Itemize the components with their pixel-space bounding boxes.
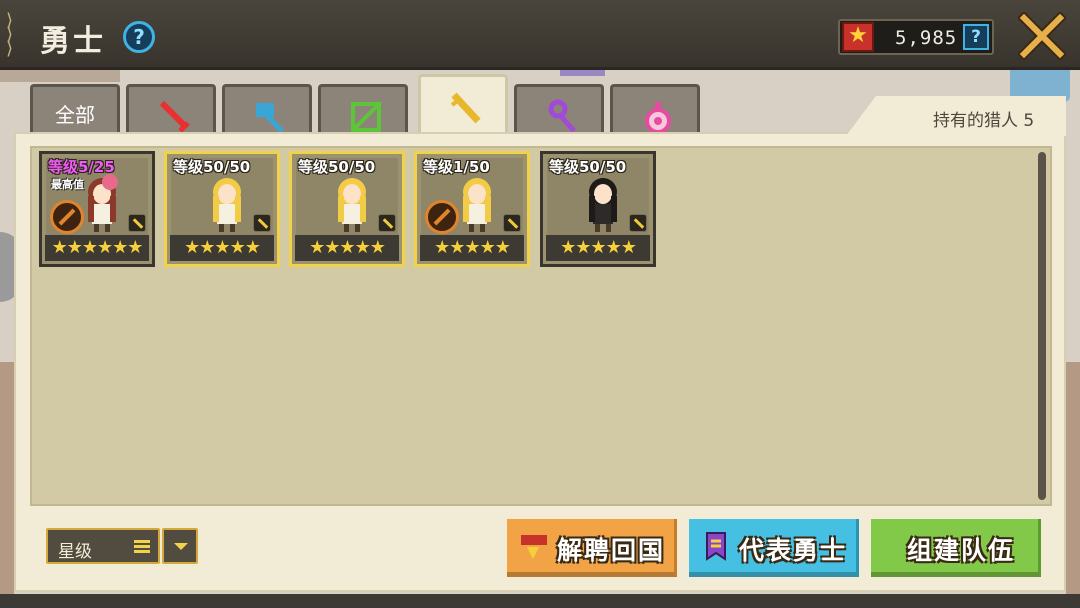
hero-level: 等级50/50 <box>173 158 251 176</box>
list-icon <box>130 540 150 554</box>
tab-all[interactable]: 全部 <box>30 84 120 136</box>
hero-sprite <box>338 178 366 232</box>
form-team-button[interactable]: 组建队伍 <box>871 519 1041 577</box>
gun-weapon-icon <box>253 214 271 232</box>
owned-hunters-count: 持有的猎人 5 <box>933 111 1035 131</box>
header-bar: ⟩ ⟩ ⟩ 勇士 ? ★ 5,985 ? <box>0 0 1080 70</box>
page-title: 勇士 <box>40 24 106 59</box>
back-chevron-icon[interactable]: ⟩ ⟩ ⟩ <box>6 12 20 58</box>
hero-level: 等级1/50 <box>423 158 490 176</box>
hero-sprite <box>88 174 118 232</box>
sort-label: 星级 <box>58 542 92 562</box>
hero-card[interactable]: 等级1/50 ★★★★★ <box>414 151 530 267</box>
sort-dropdown[interactable]: 星级 <box>46 528 160 564</box>
gun-weapon-icon <box>128 214 146 232</box>
currency-help-button[interactable]: ? <box>963 24 989 50</box>
gun-weapon-icon <box>503 214 521 232</box>
hero-stars: ★★★★★ <box>420 235 524 261</box>
hero-stars: ★★★★★★ <box>45 235 149 261</box>
hero-stars: ★★★★★ <box>295 235 399 261</box>
tab-orb[interactable] <box>610 84 700 136</box>
representative-button-label: 代表勇士 <box>739 536 848 565</box>
hero-level: 等级5/25 <box>48 158 115 176</box>
hero-card[interactable]: 等级50/50 ★★★★★ <box>289 151 405 267</box>
form-team-button-label: 组建队伍 <box>907 536 1016 565</box>
dismiss-button-label: 解聘回国 <box>557 536 666 565</box>
hero-sprite <box>463 178 491 232</box>
hero-stars: ★★★★★ <box>546 235 650 261</box>
hero-card[interactable]: 等级5/25 最高值 ★★★★★★ <box>39 151 155 267</box>
gun-weapon-icon <box>378 214 396 232</box>
hero-sprite <box>589 178 617 232</box>
scrollbar[interactable] <box>1038 152 1046 500</box>
hero-stars: ★★★★★ <box>170 235 274 261</box>
orb-icon <box>645 102 671 134</box>
representative-hero-button[interactable]: 代表勇士 <box>689 519 859 577</box>
staff-icon <box>548 99 576 133</box>
tab-all-label: 全部 <box>55 103 95 127</box>
chevron-down-icon <box>174 543 188 550</box>
medal-currency-display: ★ 5,985 ? <box>838 19 994 55</box>
sword-icon <box>159 100 190 133</box>
shield-badge-icon <box>50 200 84 234</box>
tab-gun[interactable] <box>418 74 508 136</box>
hero-level: 等级50/50 <box>298 158 376 176</box>
max-tag: 最高值 <box>51 178 84 191</box>
tab-hammer[interactable] <box>222 84 312 136</box>
tab-staff[interactable] <box>514 84 604 136</box>
sort-toggle-button[interactable] <box>162 528 198 564</box>
dismiss-flag-icon <box>521 535 547 559</box>
currency-amount: 5,985 <box>895 27 958 49</box>
hero-sprite <box>213 178 241 232</box>
tab-bow[interactable] <box>318 84 408 136</box>
bow-icon <box>350 101 382 133</box>
medal-icon: ★ <box>842 22 874 52</box>
banner-icon <box>706 532 726 561</box>
hero-card[interactable]: 等级50/50 ★★★★★ <box>540 151 656 267</box>
hero-card[interactable]: 等级50/50 ★★★★★ <box>164 151 280 267</box>
gun-weapon-icon <box>629 214 647 232</box>
dismiss-button[interactable]: 解聘回国 <box>507 519 677 577</box>
shield-badge-icon <box>425 200 459 234</box>
bottom-edge <box>0 594 1080 608</box>
gun-icon <box>450 92 481 124</box>
close-icon[interactable] <box>1018 12 1066 60</box>
hammer-icon <box>256 103 284 133</box>
tab-sword[interactable] <box>126 84 216 136</box>
help-button[interactable]: ? <box>123 21 155 53</box>
hero-level: 等级50/50 <box>549 158 627 176</box>
